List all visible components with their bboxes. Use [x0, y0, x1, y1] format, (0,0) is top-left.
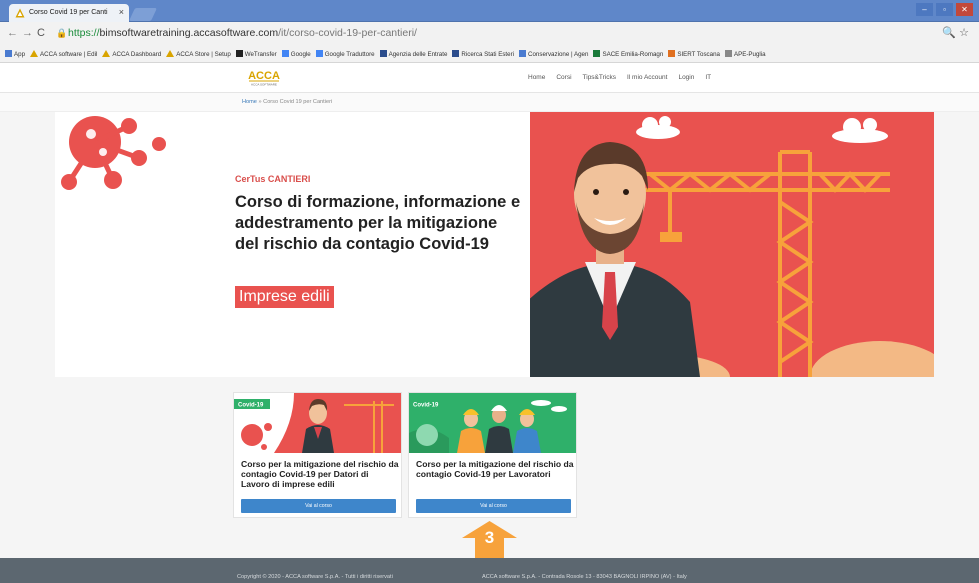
- bookmark-label: ACCA Dashboard: [112, 51, 162, 58]
- bookmark-item[interactable]: Google Traduttore: [315, 50, 375, 58]
- agency-icon: [452, 50, 460, 57]
- course-card-datori[interactable]: Covid-19 Corso per la mitigazione del ri…: [233, 392, 402, 518]
- back-arrow-icon[interactable]: ←: [7, 27, 18, 39]
- minimize-button[interactable]: –: [916, 3, 933, 16]
- cloud-icon: [636, 116, 888, 143]
- nav-login[interactable]: Login: [678, 74, 694, 81]
- course-card-image: Covid-19: [409, 393, 576, 453]
- breadcrumb-home[interactable]: Home: [242, 99, 257, 105]
- url-path: /it/corso-covid-19-per-cantieri/: [278, 27, 417, 39]
- acca-triangle-icon: [166, 50, 175, 57]
- businessman-illustration: [520, 142, 700, 377]
- maximize-button[interactable]: ▫: [936, 3, 953, 16]
- bookmark-item[interactable]: WeTransfer: [235, 50, 277, 58]
- hero-title: Corso di formazione, informazione e adde…: [235, 193, 521, 253]
- bookmark-item[interactable]: ACCA Store | Setup: [166, 50, 231, 58]
- step-number: 3: [484, 528, 495, 547]
- wetransfer-icon: [235, 50, 243, 57]
- page-icon: [724, 50, 732, 57]
- breadcrumb-current: Corso Covid 19 per Cantieri: [263, 99, 333, 105]
- bookmark-label: Conservazione | Agen: [528, 51, 589, 58]
- new-tab-button[interactable]: [128, 8, 158, 21]
- bookmark-item[interactable]: Ricerca Stati Esteri: [452, 50, 514, 58]
- nav-tips-tricks[interactable]: Tips&Tricks: [583, 74, 616, 81]
- logo-text: ACCA: [248, 70, 280, 82]
- zoom-star-icons[interactable]: 🔍 ☆: [942, 26, 969, 39]
- bookmark-item[interactable]: App: [5, 50, 25, 58]
- bookmark-label: App: [14, 51, 26, 58]
- bookmark-item[interactable]: APE-Puglia: [724, 50, 766, 58]
- url-scheme: https://: [68, 27, 100, 39]
- hero-badge: Imprese edili: [235, 286, 334, 308]
- acca-triangle-icon: [15, 8, 25, 18]
- bookmark-label: ACCA software | Edil: [40, 51, 98, 58]
- hero-illustration-panel: [520, 112, 934, 377]
- breadcrumb: Home » Corso Covid 19 per Cantieri: [0, 93, 979, 112]
- browser-tab[interactable]: Corso Covid 19 per Canti ×: [9, 4, 129, 22]
- course-card-title[interactable]: Corso per la mitigazione del rischio da …: [241, 459, 399, 489]
- forward-arrow-icon[interactable]: →: [22, 27, 33, 39]
- footer-address: ACCA software S.p.A. - Contrada Rosole 1…: [482, 574, 687, 580]
- window-controls: – ▫ ✕: [916, 3, 973, 16]
- url-field[interactable]: https://bimsoftwaretraining.accasoftware…: [68, 27, 417, 39]
- course-card-lavoratori[interactable]: Covid-19 Corso per la mitigazione del ri…: [408, 392, 577, 518]
- go-to-course-button[interactable]: Vai al corso: [241, 499, 396, 513]
- bookmark-label: WeTransfer: [244, 51, 277, 58]
- bookmark-label: APE-Puglia: [733, 51, 766, 58]
- footer-copyright: Copyright © 2020 - ACCA software S.p.A. …: [237, 574, 393, 580]
- acca-triangle-icon: [102, 50, 111, 57]
- course-card-title[interactable]: Corso per la mitigazione del rischio da …: [416, 459, 574, 479]
- course-card-image: Covid-19: [234, 393, 401, 453]
- course-card-tag: Covid-19: [413, 403, 439, 409]
- main-nav: Home Corsi Tips&Tricks Il mio Account Lo…: [528, 74, 711, 81]
- nav-language[interactable]: IT: [705, 74, 711, 81]
- bookmark-label: SACE Emilia-Romagn: [602, 51, 664, 58]
- siert-icon: [668, 50, 676, 57]
- bookmark-item[interactable]: SACE Emilia-Romagn: [593, 50, 663, 58]
- reload-icon[interactable]: C: [37, 27, 45, 39]
- sace-icon: [593, 50, 601, 57]
- course-card-tag: Covid-19: [238, 403, 264, 409]
- nav-my-account[interactable]: Il mio Account: [627, 74, 667, 81]
- close-window-button[interactable]: ✕: [956, 3, 973, 16]
- go-to-course-button[interactable]: Vai al corso: [416, 499, 571, 513]
- bookmark-item[interactable]: ACCA Dashboard: [102, 50, 161, 58]
- tab-close-icon[interactable]: ×: [119, 7, 124, 17]
- bookmark-label: Ricerca Stati Esteri: [461, 51, 515, 58]
- bookmark-label: ACCA Store | Setup: [176, 51, 231, 58]
- construction-illustration: [520, 116, 934, 377]
- hero-subtitle: CerTus CANTIERI: [235, 174, 311, 184]
- url-host: bimsoftwaretraining.accasoftware.com: [99, 27, 279, 39]
- hero-banner: CerTus CANTIERI Corso di formazione, inf…: [55, 112, 934, 377]
- bookmark-item[interactable]: Google: [281, 50, 311, 58]
- logo-subtext: ACCA SOFTWARE: [251, 83, 277, 87]
- bookmark-label: Google Traduttore: [324, 51, 375, 58]
- bookmark-item[interactable]: Agenzia delle Entrate: [379, 50, 448, 58]
- site-header: ACCA ACCA SOFTWARE Home Corsi Tips&Trick…: [0, 63, 979, 93]
- bookmark-label: SIERT Toscana: [677, 51, 720, 58]
- apps-grid-icon: [5, 50, 12, 57]
- nav-corsi[interactable]: Corsi: [556, 74, 571, 81]
- google-icon: [281, 50, 289, 57]
- virus-illustration: [61, 116, 166, 190]
- browser-tab-title: Corso Covid 19 per Canti: [29, 9, 108, 16]
- nav-home[interactable]: Home: [528, 74, 545, 81]
- browser-tab-strip: Corso Covid 19 per Canti × – ▫ ✕: [0, 0, 979, 22]
- acca-logo[interactable]: ACCA ACCA SOFTWARE: [244, 67, 284, 87]
- address-bar-row: ← → C 🔒 https://bimsoftwaretraining.acca…: [0, 22, 979, 46]
- page-icon: [519, 50, 527, 57]
- bookmark-item[interactable]: ACCA software | Edil: [30, 50, 97, 58]
- bookmark-label: Agenzia delle Entrate: [388, 51, 448, 58]
- bookmark-label: Google: [290, 51, 311, 58]
- acca-triangle-icon: [30, 50, 39, 57]
- bookmark-item[interactable]: Conservazione | Agen: [519, 50, 588, 58]
- bookmarks-bar: App ACCA software | Edil ACCA Dashboard ACC…: [0, 46, 979, 63]
- bookmark-item[interactable]: SIERT Toscana: [668, 50, 720, 58]
- site-footer: Copyright © 2020 - ACCA software S.p.A. …: [0, 558, 979, 583]
- lock-icon: 🔒: [56, 28, 68, 38]
- translate-icon: [315, 50, 323, 57]
- agency-icon: [379, 50, 387, 57]
